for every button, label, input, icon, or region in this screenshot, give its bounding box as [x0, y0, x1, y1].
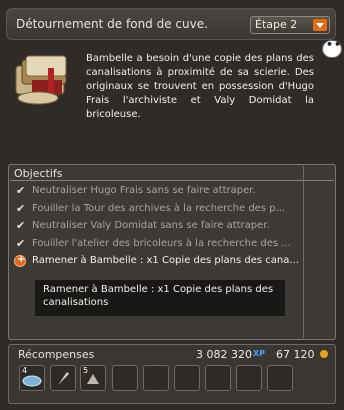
xp-value: 3 082 320	[196, 348, 252, 361]
quest-title: Détournement de fond de cuve.	[16, 17, 208, 31]
objective-item: ✔ Fouiller la Tour des archives à la rec…	[10, 201, 303, 218]
objective-text: Ramener à Bambelle : x1 Copie des plans …	[32, 255, 298, 266]
checkmark-icon: ✔	[16, 237, 26, 250]
chat-bubble-icon[interactable]: •••	[322, 38, 344, 58]
rewards-title: Récompenses	[18, 348, 95, 361]
step-dropdown[interactable]: Étape 2	[250, 16, 330, 34]
reward-slot[interactable]: 5	[80, 365, 106, 391]
xp-icon: XP	[253, 349, 266, 358]
objective-item: ✔ Fouiller l'atelier des bricoleurs à la…	[10, 236, 303, 253]
objective-item-current[interactable]: Ramener à Bambelle : x1 Copie des plans …	[10, 253, 303, 270]
chevron-down-icon[interactable]	[313, 19, 327, 31]
objective-text: Neutraliser Hugo Frais sans se faire att…	[32, 185, 256, 196]
checkmark-icon: ✔	[16, 184, 26, 197]
kamas-value: 67 120	[276, 348, 315, 361]
bubble-dots: •••	[326, 38, 344, 51]
reward-qty: 5	[83, 366, 89, 375]
tooltip-text: Ramener à Bambelle : x1 Copie des plans …	[43, 284, 274, 308]
add-marker-icon[interactable]	[14, 254, 26, 267]
step-label: Étape 2	[255, 18, 298, 31]
objective-text: Fouiller la Tour des archives à la reche…	[32, 203, 286, 214]
reward-slot[interactable]	[50, 365, 76, 391]
reward-slot[interactable]	[205, 365, 231, 391]
reward-slot[interactable]	[236, 365, 262, 391]
checkmark-icon: ✔	[16, 219, 26, 232]
objective-item: ✔ Neutraliser Valy Domidat sans se faire…	[10, 218, 303, 235]
quest-description: Bambelle a besoin d'une copie des plans …	[86, 53, 314, 120]
reward-slot[interactable]	[267, 365, 293, 391]
reward-slot[interactable]: 4	[19, 365, 45, 391]
scrollbar-track[interactable]	[303, 166, 304, 338]
feather-icon	[58, 372, 69, 385]
objective-tooltip: Ramener à Bambelle : x1 Copie des plans …	[34, 279, 286, 317]
objective-text: Fouiller l'atelier des bricoleurs à la r…	[32, 238, 291, 249]
objective-item: ✔ Neutraliser Hugo Frais sans se faire a…	[10, 183, 303, 200]
reward-qty: 4	[22, 366, 28, 375]
checkmark-icon: ✔	[16, 202, 26, 215]
objectives-title: Objectifs	[14, 167, 63, 180]
reward-slot[interactable]	[143, 365, 169, 391]
objective-text: Neutraliser Valy Domidat sans se faire a…	[32, 220, 270, 231]
quest-window: Détournement de fond de cuve. Étape 2 ••…	[0, 0, 344, 410]
divider	[10, 180, 334, 181]
reward-slot[interactable]	[174, 365, 200, 391]
scroll-books-icon	[8, 46, 80, 118]
reward-slot[interactable]	[112, 365, 138, 391]
kamas-icon	[320, 350, 328, 358]
